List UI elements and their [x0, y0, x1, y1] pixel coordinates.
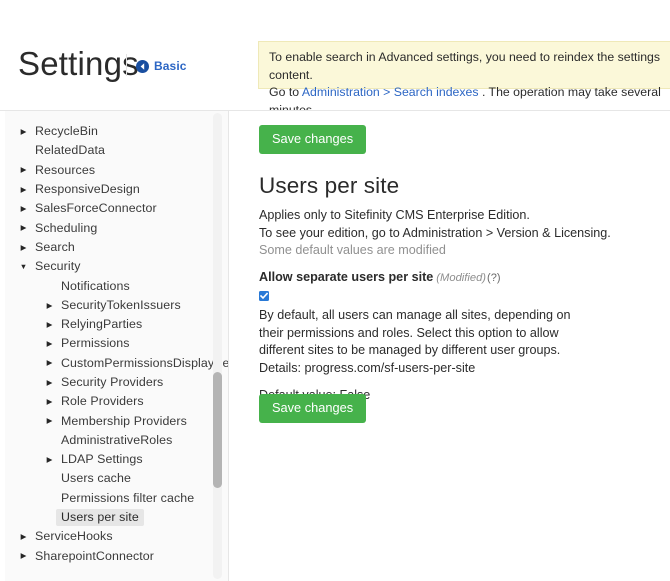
allow-separate-users-per-site-field: Allow separate users per site(Modified)(…: [259, 269, 589, 404]
chevron-down-icon[interactable]: ▼: [17, 263, 30, 271]
sidebar-item-label: SecurityTokenIssuers: [56, 297, 186, 314]
sidebar-item-label: RelyingParties: [56, 316, 147, 333]
sidebar-item-label: ServiceHooks: [30, 528, 118, 545]
sidebar-item-relyingparties[interactable]: ▶RelyingParties: [5, 315, 213, 334]
sidebar-item-role-providers[interactable]: ▶Role Providers: [5, 392, 213, 411]
sidebar-item-permissions-filter-cache[interactable]: Permissions filter cache: [5, 489, 213, 508]
settings-tree: ▶RecycleBinRelatedData▶Resources▶Respons…: [5, 122, 213, 566]
chevron-right-icon[interactable]: ▶: [43, 340, 56, 348]
chevron-right-icon[interactable]: ▶: [17, 128, 30, 136]
sidebar-item-label: Membership Providers: [56, 413, 192, 430]
sidebar-item-label: RecycleBin: [30, 123, 103, 140]
sidebar-item-label: RelatedData: [30, 142, 110, 159]
sidebar-item-responsivedesign[interactable]: ▶ResponsiveDesign: [5, 180, 213, 199]
circle-left-arrow-icon: [136, 60, 149, 73]
sidebar-item-relateddata[interactable]: RelatedData: [5, 141, 213, 160]
sidebar-item-label: Users per site: [56, 509, 144, 526]
settings-tree-sidebar: ▶RecycleBinRelatedData▶Resources▶Respons…: [5, 111, 229, 581]
sidebar-scrollbar-track[interactable]: [213, 113, 222, 579]
chevron-right-icon[interactable]: ▶: [17, 552, 30, 560]
field-description: By default, all users can manage all sit…: [259, 307, 571, 377]
save-changes-button-bottom[interactable]: Save changes: [259, 394, 366, 423]
sidebar-item-notifications[interactable]: Notifications: [5, 276, 213, 295]
sidebar-item-label: Role Providers: [56, 393, 149, 410]
sidebar-scrollbar-thumb[interactable]: [213, 372, 222, 488]
banner-line-2-prefix: Go to: [269, 85, 302, 99]
sidebar-item-securitytokenissuers[interactable]: ▶SecurityTokenIssuers: [5, 296, 213, 315]
sidebar-item-label: Users cache: [56, 470, 136, 487]
chevron-right-icon[interactable]: ▶: [43, 379, 56, 387]
sidebar-item-label: Resources: [30, 162, 100, 179]
chevron-right-icon[interactable]: ▶: [43, 398, 56, 406]
sidebar-item-servicehooks[interactable]: ▶ServiceHooks: [5, 527, 213, 546]
chevron-right-icon[interactable]: ▶: [43, 302, 56, 310]
sidebar-item-label: Permissions filter cache: [56, 490, 199, 507]
sidebar-item-permissions[interactable]: ▶Permissions: [5, 334, 213, 353]
section-description-line-2: To see your edition, go to Administratio…: [259, 226, 611, 240]
section-description-line-1: Applies only to Sitefinity CMS Enterpris…: [259, 208, 530, 222]
sidebar-item-label: Scheduling: [30, 220, 102, 237]
save-changes-button-top[interactable]: Save changes: [259, 125, 366, 154]
chevron-right-icon[interactable]: ▶: [17, 186, 30, 194]
sidebar-item-resources[interactable]: ▶Resources: [5, 161, 213, 180]
modified-values-note: Some default values are modified: [259, 242, 446, 259]
allow-separate-users-checkbox[interactable]: [259, 291, 269, 301]
sidebar-item-salesforceconnector[interactable]: ▶SalesForceConnector: [5, 199, 213, 218]
sidebar-item-sharepointconnector[interactable]: ▶SharepointConnector: [5, 547, 213, 566]
search-indexes-link[interactable]: Administration > Search indexes: [302, 85, 479, 99]
chevron-right-icon[interactable]: ▶: [17, 224, 30, 232]
chevron-right-icon[interactable]: ▶: [43, 359, 56, 367]
page-title: Settings: [18, 44, 139, 84]
chevron-right-icon[interactable]: ▶: [43, 456, 56, 464]
chevron-right-icon[interactable]: ▶: [43, 417, 56, 425]
sidebar-item-users-per-site[interactable]: Users per site: [5, 508, 213, 527]
settings-detail-panel: Save changes Users per site Applies only…: [229, 111, 670, 581]
field-help-icon[interactable]: (?): [487, 272, 500, 284]
banner-line-1: To enable search in Advanced settings, y…: [269, 50, 660, 82]
sidebar-item-users-cache[interactable]: Users cache: [5, 469, 213, 488]
sidebar-item-label: CustomPermissionsDisplaySettings: [56, 355, 229, 372]
chevron-right-icon[interactable]: ▶: [17, 244, 30, 252]
sidebar-item-security-providers[interactable]: ▶Security Providers: [5, 373, 213, 392]
sidebar-item-security[interactable]: ▼Security: [5, 257, 213, 276]
field-label-row: Allow separate users per site(Modified)(…: [259, 269, 589, 286]
breadcrumb-back-basic-link[interactable]: Basic: [136, 59, 187, 73]
chevron-right-icon[interactable]: ▶: [17, 533, 30, 541]
breadcrumb-divider: [126, 54, 127, 76]
sidebar-item-administrativeroles[interactable]: AdministrativeRoles: [5, 431, 213, 450]
sidebar-item-scheduling[interactable]: ▶Scheduling: [5, 218, 213, 237]
breadcrumb-back-label: Basic: [154, 59, 187, 73]
sidebar-item-label: SharepointConnector: [30, 548, 159, 565]
chevron-right-icon[interactable]: ▶: [17, 166, 30, 174]
reindex-notification-banner: To enable search in Advanced settings, y…: [258, 41, 670, 89]
sidebar-item-label: Security: [30, 258, 86, 275]
sidebar-item-recyclebin[interactable]: ▶RecycleBin: [5, 122, 213, 141]
sidebar-item-label: SalesForceConnector: [30, 200, 162, 217]
sidebar-item-label: AdministrativeRoles: [56, 432, 177, 449]
sidebar-item-ldap-settings[interactable]: ▶LDAP Settings: [5, 450, 213, 469]
sidebar-item-custompermissionsdisplaysettings[interactable]: ▶CustomPermissionsDisplaySettings: [5, 354, 213, 373]
sidebar-item-label: Permissions: [56, 335, 135, 352]
sidebar-item-label: Search: [30, 239, 80, 256]
sidebar-item-membership-providers[interactable]: ▶Membership Providers: [5, 411, 213, 430]
chevron-right-icon[interactable]: ▶: [43, 321, 56, 329]
sidebar-item-search[interactable]: ▶Search: [5, 238, 213, 257]
field-modified-tag: (Modified): [436, 272, 486, 284]
sidebar-item-label: LDAP Settings: [56, 451, 148, 468]
chevron-right-icon[interactable]: ▶: [17, 205, 30, 213]
sidebar-item-label: Notifications: [56, 278, 135, 295]
section-description: Applies only to Sitefinity CMS Enterpris…: [259, 207, 659, 242]
sidebar-item-label: ResponsiveDesign: [30, 181, 145, 198]
sidebar-item-label: Security Providers: [56, 374, 168, 391]
section-title: Users per site: [259, 173, 399, 199]
field-label: Allow separate users per site: [259, 270, 433, 284]
